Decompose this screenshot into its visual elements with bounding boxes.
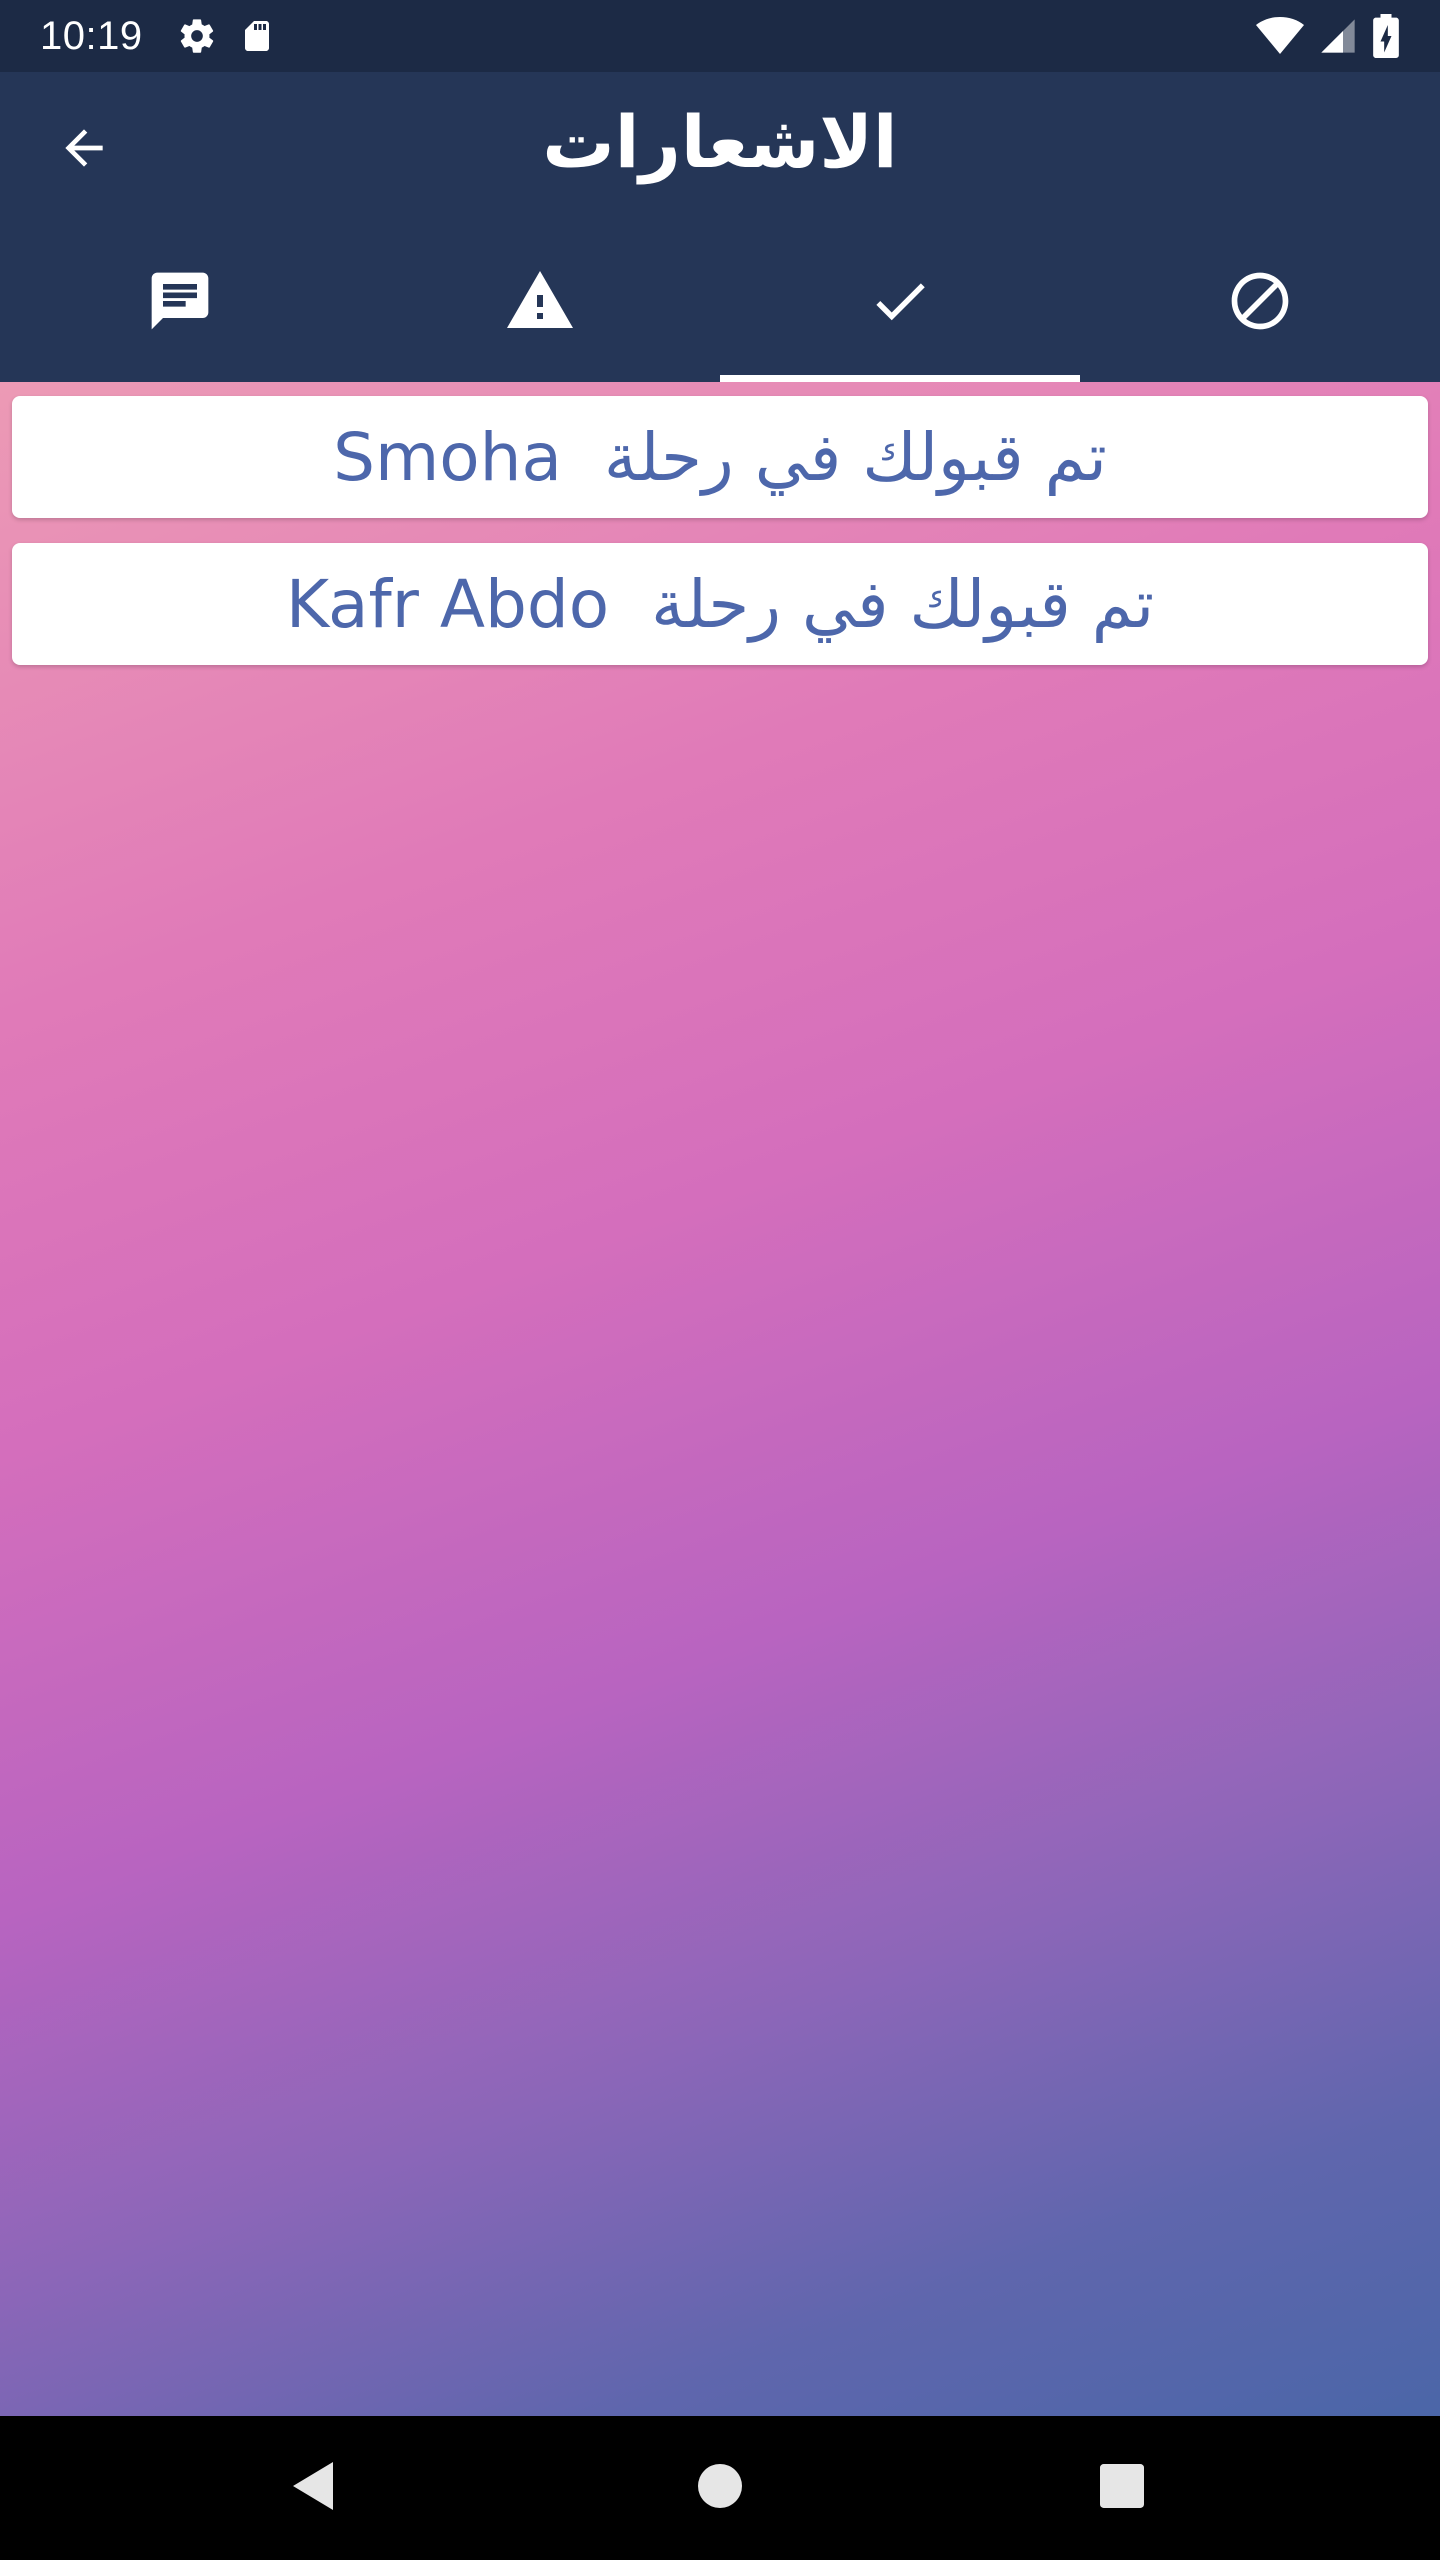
notification-card[interactable]: تم قبولك في رحلة Kafr Abdo — [12, 543, 1428, 665]
nav-home-button[interactable] — [640, 2416, 800, 2560]
battery-charging-icon — [1372, 14, 1400, 58]
notifications-list: تم قبولك في رحلة Smoha تم قبولك في رحلة … — [0, 382, 1440, 2416]
status-right-icons — [1256, 14, 1400, 58]
nav-back-button[interactable] — [233, 2416, 393, 2560]
back-triangle-icon — [289, 2460, 337, 2516]
tab-bar — [0, 224, 1440, 382]
notification-card[interactable]: تم قبولك في رحلة Smoha — [12, 396, 1428, 518]
notification-text: تم قبولك في رحلة Smoha — [333, 418, 1107, 496]
message-icon — [146, 267, 214, 339]
notification-text: تم قبولك في رحلة Kafr Abdo — [285, 565, 1155, 643]
tab-messages[interactable] — [0, 224, 360, 382]
tab-warnings[interactable] — [360, 224, 720, 382]
sd-card-icon — [239, 16, 275, 56]
tab-accepted[interactable] — [720, 224, 1080, 382]
warning-icon — [504, 265, 576, 341]
system-nav-bar — [0, 2416, 1440, 2560]
tab-rejected[interactable] — [1080, 224, 1440, 382]
recents-square-icon — [1100, 2464, 1144, 2512]
wifi-icon — [1256, 16, 1304, 56]
status-left-icons — [177, 16, 275, 56]
status-bar: 10:19 — [0, 0, 1440, 72]
block-icon — [1226, 267, 1294, 339]
page-title: الاشعارات — [542, 100, 898, 184]
home-circle-icon — [698, 2464, 742, 2512]
nav-recents-button[interactable] — [1042, 2416, 1202, 2560]
toolbar: الاشعارات — [0, 72, 1440, 224]
check-icon — [867, 268, 933, 338]
gear-icon — [177, 16, 217, 56]
cell-signal-icon — [1318, 16, 1358, 56]
status-time: 10:19 — [40, 13, 143, 58]
app-bar: الاشعارات — [0, 72, 1440, 382]
